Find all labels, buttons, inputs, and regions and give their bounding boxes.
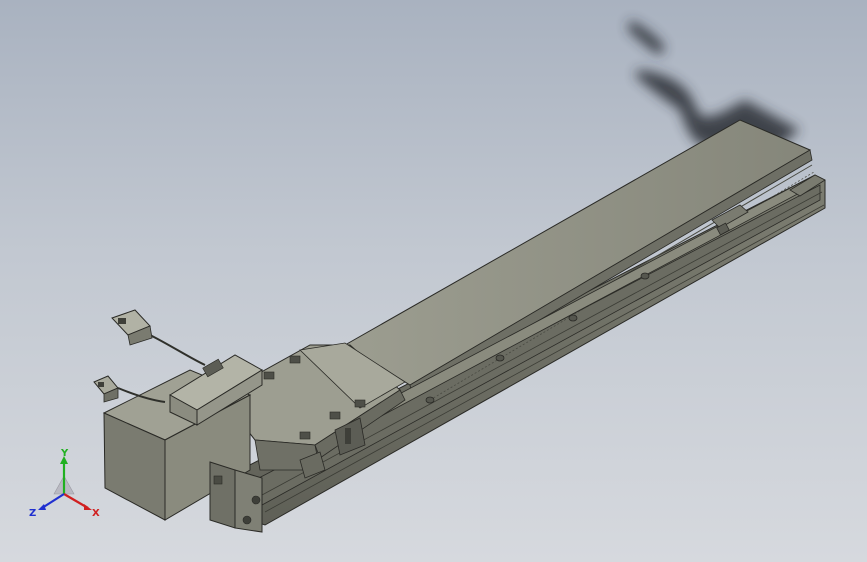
orientation-triad: Y X Z: [29, 448, 100, 519]
z-axis-line: [41, 493, 65, 509]
encoder-connector[interactable]: [111, 309, 153, 346]
x-axis-arrow-icon: [84, 504, 92, 510]
z-axis-arrow-icon: [38, 504, 46, 510]
linear-actuator-model[interactable]: [0, 0, 867, 562]
power-connector[interactable]: [93, 375, 119, 403]
rail-top-cover: [344, 119, 821, 431]
y-axis-label: Y: [60, 448, 69, 459]
cad-viewport[interactable]: Y X Z: [0, 0, 867, 562]
z-axis-label: Z: [29, 508, 36, 519]
x-axis-label: X: [92, 508, 100, 519]
